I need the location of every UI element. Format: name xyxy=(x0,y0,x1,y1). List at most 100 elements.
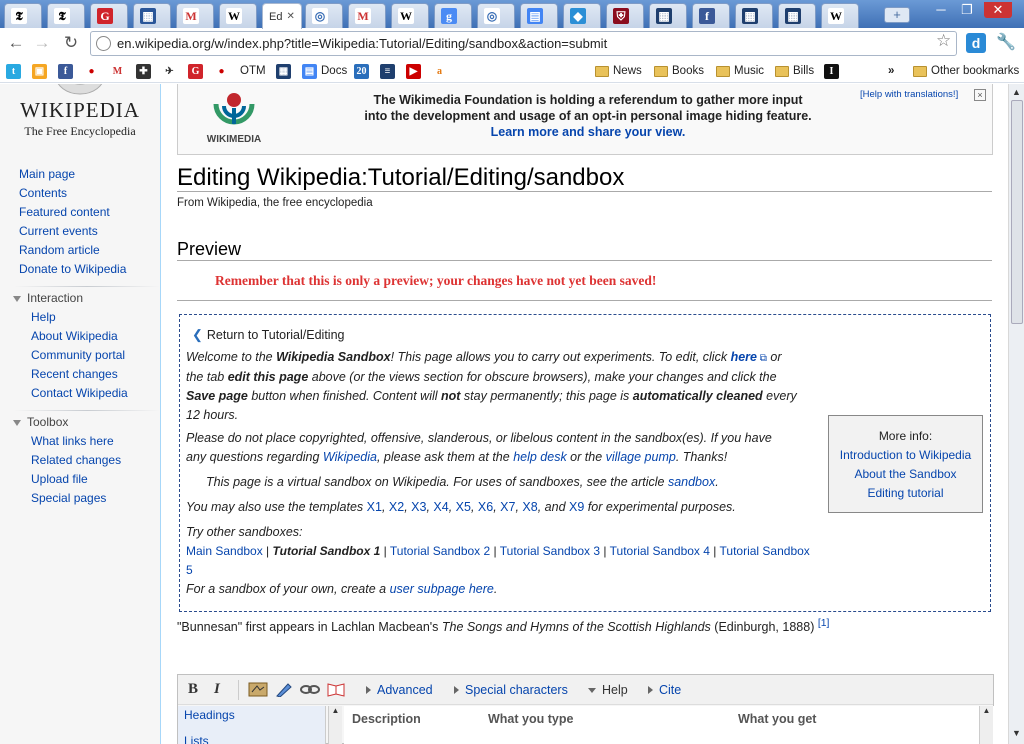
sandbox-link[interactable]: Tutorial Sandbox 2 xyxy=(390,544,490,558)
bookmark-item[interactable]: 20 xyxy=(354,62,373,80)
minimize-button[interactable]: ─ xyxy=(930,2,952,18)
wrench-menu-icon[interactable]: 🔧 xyxy=(996,32,1016,52)
bookmark-item[interactable]: G xyxy=(188,62,207,80)
reload-button[interactable]: ↻ xyxy=(61,33,81,53)
sandbox-article-link[interactable]: sandbox xyxy=(668,475,715,489)
sections-scrollbar[interactable]: ▲ xyxy=(328,706,342,744)
bookmark-item[interactable]: M xyxy=(110,62,129,80)
scroll-up-icon[interactable]: ▲ xyxy=(1012,87,1021,97)
here-link[interactable]: here ⧉ xyxy=(731,350,767,364)
browser-tab[interactable]: f xyxy=(692,3,730,28)
new-tab-button[interactable]: + xyxy=(884,7,910,23)
bookmark-star-icon[interactable]: ☆ xyxy=(936,31,951,51)
sidebar-link[interactable]: Upload file xyxy=(31,472,88,486)
special-characters-menu[interactable]: Special characters xyxy=(454,683,568,697)
browser-tab[interactable]: ▦ xyxy=(649,3,687,28)
bookmark-folder[interactable]: Bills xyxy=(775,62,814,80)
bookmark-item[interactable]: a xyxy=(432,62,451,80)
sandbox-link[interactable]: 5 xyxy=(186,563,193,577)
italic-button[interactable]: I xyxy=(214,681,220,698)
browser-tab[interactable]: 𝕿 xyxy=(4,3,42,28)
reference-link[interactable]: [1] xyxy=(818,618,830,629)
village-pump-link[interactable]: village pump xyxy=(606,450,676,464)
restore-button[interactable]: ❐ xyxy=(956,2,978,18)
browser-tab[interactable]: g xyxy=(434,3,472,28)
return-link[interactable]: ❮ Return to Tutorial/Editing xyxy=(192,327,344,343)
sidebar-link[interactable]: Recent changes xyxy=(31,367,118,381)
forward-button[interactable]: → xyxy=(32,33,52,53)
page-info-icon[interactable] xyxy=(96,36,111,51)
other-bookmarks[interactable]: Other bookmarks xyxy=(913,62,1019,80)
close-tab-icon[interactable]: ✕ xyxy=(286,11,294,22)
template-link[interactable]: X1 xyxy=(367,500,382,514)
bookmark-item[interactable]: t xyxy=(6,62,25,80)
bookmark-folder[interactable]: Music xyxy=(716,62,764,80)
template-link[interactable]: X7 xyxy=(500,500,515,514)
extension-icon[interactable]: d xyxy=(966,33,986,53)
bookmark-item[interactable]: f xyxy=(58,62,77,80)
sidebar-link[interactable]: What links here xyxy=(31,434,114,448)
browser-tab[interactable]: G xyxy=(90,3,128,28)
bookmark-item[interactable]: ● xyxy=(84,62,103,80)
sidebar-link[interactable]: Random article xyxy=(19,243,100,257)
pen-icon[interactable] xyxy=(274,682,294,697)
browser-tab[interactable]: ▦ xyxy=(778,3,816,28)
bookmark-item[interactable]: ● xyxy=(214,62,233,80)
bookmark-folder[interactable]: News xyxy=(595,62,642,80)
signature-icon[interactable] xyxy=(248,682,268,697)
bookmark-item[interactable]: ▣ xyxy=(32,62,51,80)
bookmark-folder[interactable]: Books xyxy=(654,62,704,80)
bookmark-item[interactable]: ✈ xyxy=(162,62,181,80)
address-bar[interactable]: en.wikipedia.org/w/index.php?title=Wikip… xyxy=(90,31,957,56)
template-link[interactable]: X8 xyxy=(522,500,537,514)
help-table-scrollbar[interactable]: ▲ xyxy=(979,706,993,744)
sidebar-link[interactable]: Help xyxy=(31,310,56,324)
bookmark-item[interactable]: ≡ xyxy=(380,62,399,80)
browser-tab[interactable]: ▦ xyxy=(735,3,773,28)
sidebar-link[interactable]: Related changes xyxy=(31,453,121,467)
embedded-file-icon[interactable] xyxy=(326,682,346,697)
sidebar-link[interactable]: Current events xyxy=(19,224,98,238)
sidebar-link[interactable]: Contents xyxy=(19,186,67,200)
sidebar-link[interactable]: Special pages xyxy=(31,491,106,505)
section-lists[interactable]: Lists xyxy=(184,734,209,744)
more-bookmarks-chevron[interactable]: » xyxy=(888,62,894,80)
template-link[interactable]: X6 xyxy=(478,500,493,514)
browser-tab[interactable]: M xyxy=(176,3,214,28)
browser-tab[interactable]: Ed ✕ xyxy=(262,3,302,29)
more-info-link[interactable]: Editing tutorial xyxy=(867,486,943,500)
bookmark-item[interactable]: ▤ Docs xyxy=(302,62,347,80)
sidebar-link[interactable]: About Wikipedia xyxy=(31,329,118,343)
sandbox-link[interactable]: Tutorial Sandbox 3 xyxy=(500,544,600,558)
bookmark-item[interactable]: ✚ xyxy=(136,62,155,80)
banner-learn-more-link[interactable]: Learn more and share your view. xyxy=(328,124,848,140)
sandbox-link[interactable]: Main Sandbox xyxy=(186,544,263,558)
sandbox-link[interactable]: Tutorial Sandbox xyxy=(720,544,810,558)
sidebar-link[interactable]: Featured content xyxy=(19,205,110,219)
browser-tab[interactable]: W xyxy=(821,3,859,28)
page-scrollbar[interactable]: ▲ ▼ xyxy=(1008,84,1024,744)
template-link[interactable]: X2 xyxy=(389,500,404,514)
bookmark-item[interactable]: ▦ xyxy=(276,62,295,80)
template-link[interactable]: X9 xyxy=(569,500,584,514)
browser-tab[interactable]: ◎ xyxy=(477,3,515,28)
advanced-menu[interactable]: Advanced xyxy=(366,683,433,697)
imdb-bookmark[interactable]: I xyxy=(824,62,843,80)
bookmark-item[interactable]: ▶ xyxy=(406,62,425,80)
browser-tab[interactable]: ⛨ xyxy=(606,3,644,28)
more-info-link[interactable]: About the Sandbox xyxy=(854,467,956,481)
sidebar-link[interactable]: Donate to Wikipedia xyxy=(19,262,126,276)
user-subpage-link[interactable]: user subpage here xyxy=(390,582,494,596)
template-link[interactable]: X4 xyxy=(433,500,448,514)
interaction-heading[interactable]: Interaction xyxy=(13,291,83,305)
template-link[interactable]: X5 xyxy=(456,500,471,514)
help-translations-link[interactable]: [Help with translations!] xyxy=(860,89,958,100)
more-info-link[interactable]: Introduction to Wikipedia xyxy=(840,448,971,462)
browser-tab[interactable]: W xyxy=(391,3,429,28)
scroll-down-icon[interactable]: ▼ xyxy=(1012,728,1021,738)
sidebar-link[interactable]: Contact Wikipedia xyxy=(31,386,128,400)
link-icon[interactable] xyxy=(300,682,320,697)
browser-tab[interactable]: W xyxy=(219,3,257,28)
cite-menu[interactable]: Cite xyxy=(648,683,681,697)
template-link[interactable]: X3 xyxy=(411,500,426,514)
